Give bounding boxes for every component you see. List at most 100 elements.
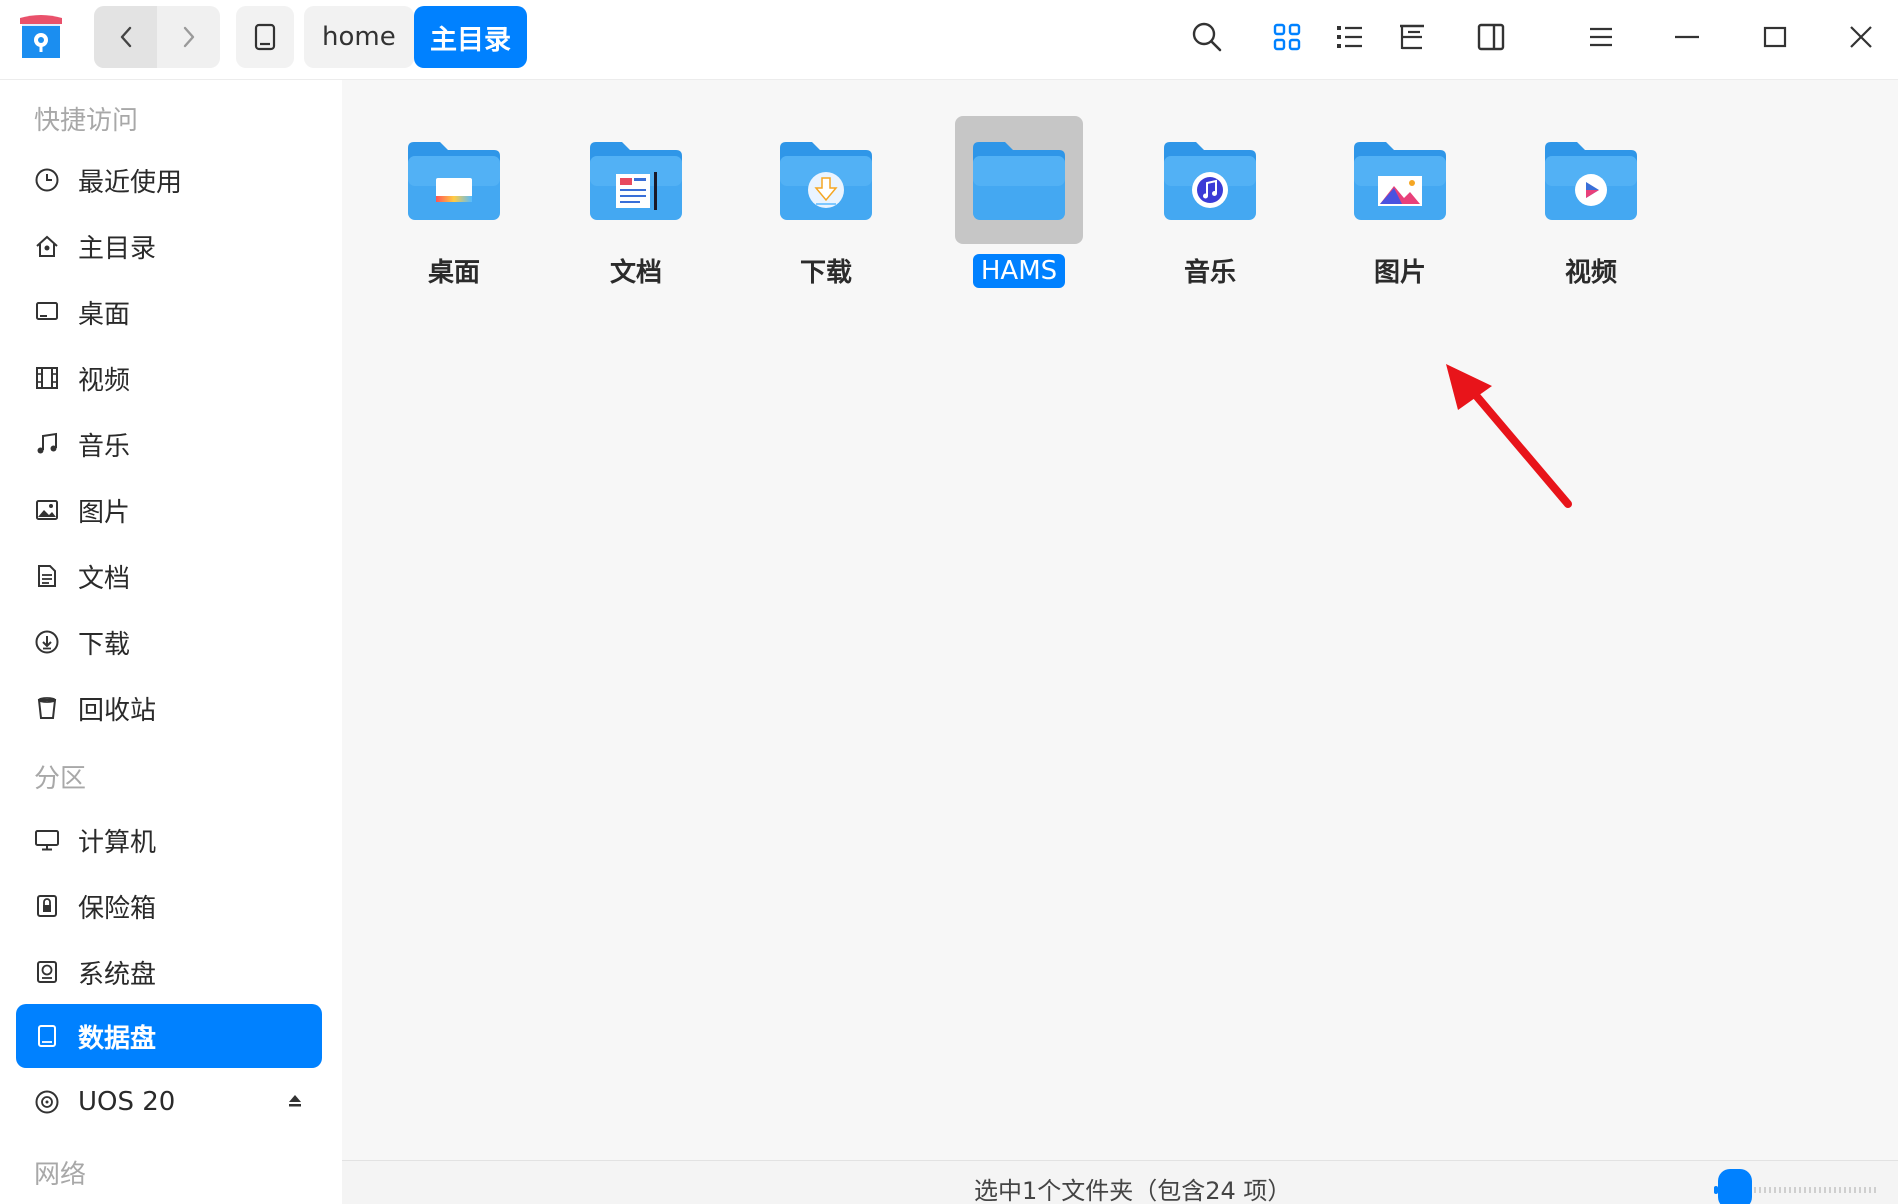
sidebar-item-label: 计算机 <box>78 827 157 858</box>
sidebar-item-computer[interactable]: 计算机 <box>16 808 322 872</box>
file-name: 桌面 <box>427 258 480 288</box>
file-view[interactable]: 桌面 文档 下载 HAMS 音乐 图片 视频 <box>342 80 1898 1160</box>
downloads-folder-icon <box>780 142 872 220</box>
sidebar-item-label: 回收站 <box>78 695 157 726</box>
download-icon <box>32 627 62 657</box>
data-disk-icon <box>32 1021 62 1051</box>
sidebar-item-label: 数据盘 <box>78 1023 157 1054</box>
title-bar: home 主目录 <box>0 0 1898 80</box>
sidebar-item-documents[interactable]: 文档 <box>16 544 322 608</box>
sidebar-item-videos[interactable]: 视频 <box>16 346 322 410</box>
file-name: HAMS <box>972 254 1066 288</box>
close-icon <box>1850 26 1872 48</box>
home-icon <box>32 231 62 261</box>
list-view-icon <box>1337 26 1362 48</box>
desktop-folder-icon <box>408 142 500 220</box>
sidebar-item-trash[interactable]: 回收站 <box>16 676 322 740</box>
sidebar-item-music[interactable]: 音乐 <box>16 412 322 476</box>
sidebar: 快捷访问 最近使用 主目录 桌面 视频 音乐 图片 文档 下载 回收站 分区 计… <box>0 80 342 1204</box>
file-item-desktop[interactable]: 桌面 <box>390 116 518 306</box>
sidebar-item-system-disk[interactable]: 系统盘 <box>16 940 322 1004</box>
sidebar-item-label: 系统盘 <box>78 959 157 990</box>
tree-view-button[interactable] <box>1392 18 1430 56</box>
sidebar-item-pictures[interactable]: 图片 <box>16 478 322 542</box>
documents-folder-icon <box>590 142 682 220</box>
hamburger-menu-icon <box>1590 27 1612 47</box>
sidebar-item-home[interactable]: 主目录 <box>16 214 322 278</box>
eject-icon[interactable] <box>286 1092 304 1114</box>
zoom-slider-handle[interactable] <box>1718 1169 1752 1204</box>
system-disk-icon <box>32 957 62 987</box>
history-nav <box>94 6 220 68</box>
sidebar-item-label: 桌面 <box>78 299 131 330</box>
monitor-icon <box>32 825 62 855</box>
icon-view-button[interactable] <box>1268 18 1306 56</box>
optical-disc-icon <box>32 1087 62 1117</box>
sidebar-item-label: 视频 <box>78 365 131 396</box>
file-item-videos[interactable]: 视频 <box>1527 116 1655 306</box>
file-item-music[interactable]: 音乐 <box>1146 116 1274 306</box>
sidebar-item-label: 图片 <box>78 497 131 528</box>
search-button[interactable] <box>1188 18 1226 56</box>
folder-icon <box>973 142 1065 220</box>
status-bar: 选中1个文件夹（包含24 项） <box>342 1160 1898 1204</box>
selection-status: 选中1个文件夹（包含24 项） <box>974 1177 1292 1204</box>
tree-view-icon <box>1400 24 1424 50</box>
desktop-icon <box>32 297 62 327</box>
file-name: 图片 <box>1373 258 1426 288</box>
disk-icon <box>254 23 276 51</box>
maximize-icon <box>1763 26 1787 48</box>
trash-icon <box>32 693 62 723</box>
breadcrumb-home[interactable]: home <box>304 6 414 68</box>
section-network: 网络 <box>34 1160 87 1190</box>
minimize-button[interactable] <box>1668 18 1706 56</box>
music-note-icon <box>32 429 62 459</box>
sidebar-item-downloads[interactable]: 下载 <box>16 610 322 674</box>
grid-view-icon <box>1273 23 1301 51</box>
sidebar-item-label: 文档 <box>78 563 131 594</box>
file-name: 视频 <box>1564 258 1617 288</box>
maximize-button[interactable] <box>1756 18 1794 56</box>
document-icon <box>32 561 62 591</box>
search-icon <box>1192 22 1222 52</box>
file-item-downloads[interactable]: 下载 <box>762 116 890 306</box>
breadcrumb-device-button[interactable] <box>236 6 294 68</box>
file-item-pictures[interactable]: 图片 <box>1336 116 1464 306</box>
detail-panel-button[interactable] <box>1472 18 1510 56</box>
sidebar-item-data-disk[interactable]: 数据盘 <box>16 1004 322 1068</box>
sidebar-item-label: 下载 <box>78 629 131 660</box>
list-view-button[interactable] <box>1330 18 1368 56</box>
breadcrumb-current[interactable]: 主目录 <box>414 6 527 68</box>
file-item-documents[interactable]: 文档 <box>572 116 700 306</box>
film-icon <box>32 363 62 393</box>
back-button[interactable] <box>94 6 157 68</box>
minimize-icon <box>1675 35 1699 39</box>
sidebar-item-label: 音乐 <box>78 431 131 462</box>
sidebar-item-label: 保险箱 <box>78 893 157 924</box>
sidebar-item-label: 最近使用 <box>78 167 183 198</box>
vault-icon <box>32 891 62 921</box>
file-name: 文档 <box>609 258 662 288</box>
section-quick-access: 快捷访问 <box>34 106 139 136</box>
music-folder-icon <box>1164 142 1256 220</box>
videos-folder-icon <box>1545 142 1637 220</box>
sidebar-item-desktop[interactable]: 桌面 <box>16 280 322 344</box>
picture-icon <box>32 495 62 525</box>
annotation-arrow-icon <box>1446 364 1572 508</box>
file-name: 音乐 <box>1183 258 1236 288</box>
chevron-left-icon <box>120 26 131 48</box>
sidebar-item-label: 主目录 <box>78 233 157 264</box>
file-manager-logo-icon <box>16 12 66 62</box>
sidebar-item-label: UOS 20 <box>78 1087 176 1117</box>
sidebar-item-recent[interactable]: 最近使用 <box>16 148 322 212</box>
clock-icon <box>32 165 62 195</box>
section-partitions: 分区 <box>34 764 87 794</box>
forward-button[interactable] <box>157 6 220 68</box>
file-name: 下载 <box>799 258 852 288</box>
close-button[interactable] <box>1842 18 1880 56</box>
sidebar-item-uos-disc[interactable]: UOS 20 <box>16 1070 322 1134</box>
main-menu-button[interactable] <box>1582 18 1620 56</box>
sidebar-item-vault[interactable]: 保险箱 <box>16 874 322 938</box>
file-item-hams[interactable]: HAMS <box>955 116 1083 306</box>
chevron-right-icon <box>183 26 194 48</box>
